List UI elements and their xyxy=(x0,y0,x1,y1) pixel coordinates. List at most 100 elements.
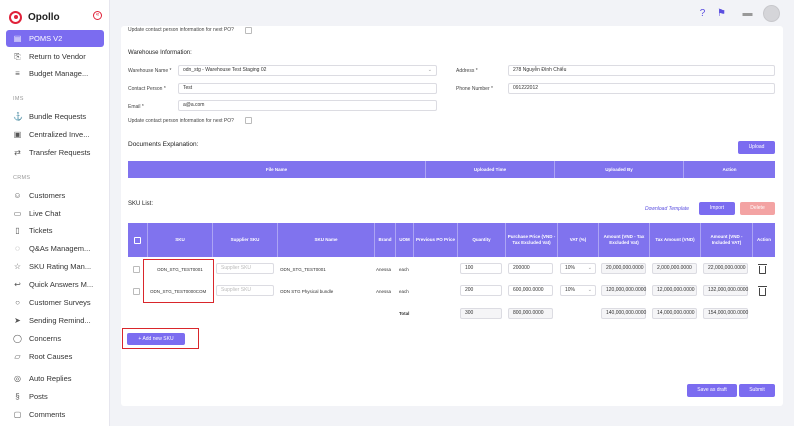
post-icon: § xyxy=(15,392,20,401)
help-icon[interactable]: ? xyxy=(697,8,708,19)
sku-name: ODN_STG_TEST0001 xyxy=(280,267,326,272)
download-template-link[interactable]: Download Template xyxy=(645,206,689,212)
sidebar-item-auto-replies[interactable]: ◎ Auto Replies xyxy=(6,370,104,387)
total-label: Total xyxy=(399,311,410,316)
sidebar-item-concerns[interactable]: ◯ Concerns xyxy=(6,330,104,347)
flag-icon[interactable]: ⚑ xyxy=(716,8,727,19)
language-icon[interactable]: ▬ xyxy=(742,8,753,19)
update-contact-label: Update contact person information for ne… xyxy=(128,27,234,33)
sidebar-item-bundle-requests[interactable]: ⚓ Bundle Requests xyxy=(6,108,104,125)
logo[interactable]: Opollo xyxy=(9,9,60,25)
documents-table-header: File Name Uploaded Time Uploaded By Acti… xyxy=(128,161,775,178)
list-icon: ≡ xyxy=(15,69,20,78)
select-all-checkbox[interactable] xyxy=(134,236,141,244)
sidebar-item-centralized-inventory[interactable]: ▣ Centralized Inve... xyxy=(6,126,104,143)
col-purchase-price: Purchase Price (VND - Tax Excluded Vat) xyxy=(506,223,558,257)
ticket-icon: ▯ xyxy=(15,226,20,235)
email-field[interactable]: a@a.com xyxy=(178,100,437,111)
sidebar-item-tickets[interactable]: ▯ Tickets xyxy=(6,222,104,239)
col-uom: UOM xyxy=(396,223,414,257)
purchase-price-input[interactable]: 200000 xyxy=(508,263,553,274)
vat-select[interactable]: 10% ⌄ xyxy=(560,285,596,296)
address-label: Address * xyxy=(456,68,478,74)
qa-icon: ◌ xyxy=(15,244,20,253)
col-amount-included: Amount (VND - Included VAT) xyxy=(701,223,753,257)
total-purchase-price: 800,000.0000 xyxy=(508,308,553,319)
address-field[interactable]: 278 Nguyễn Đình Chiểu xyxy=(508,65,775,76)
warehouse-name-label: Warehouse Name * xyxy=(128,68,172,74)
total-quantity: 300 xyxy=(460,308,502,319)
sidebar-item-budget[interactable]: ≡ Budget Manage... xyxy=(6,65,104,82)
trash-icon[interactable] xyxy=(758,286,767,296)
sidebar-item-root-causes[interactable]: ▱ Root Causes xyxy=(6,348,104,365)
sidebar-item-quick-answers[interactable]: ↩ Quick Answers M... xyxy=(6,276,104,293)
sidebar-item-return-to-vendor[interactable]: ⎘ Return to Vendor xyxy=(6,48,104,65)
contact-person-field[interactable]: Test xyxy=(178,83,437,94)
brand: Anessa xyxy=(376,289,392,294)
row-checkbox[interactable] xyxy=(133,266,140,273)
chevron-down-icon: ⌄ xyxy=(587,287,592,293)
amount-included-field: 22,000,000.0000 xyxy=(703,263,748,274)
star-icon: ☆ xyxy=(13,262,22,271)
phone-label: Phone Number * xyxy=(456,86,493,92)
sidebar-item-live-chat[interactable]: ▭ Live Chat xyxy=(6,205,104,222)
update-contact-checkbox-top[interactable] xyxy=(245,27,252,34)
email-label: Email * xyxy=(128,104,144,110)
logo-text: Opollo xyxy=(28,11,60,23)
contact-person-label: Contact Person * xyxy=(128,86,166,92)
supplier-sku-input[interactable]: Supplier SKU xyxy=(216,285,274,296)
anchor-icon: ⚓ xyxy=(13,112,23,121)
auto-reply-icon: ◎ xyxy=(14,374,21,383)
purchase-price-input[interactable]: 600,000.0000 xyxy=(508,285,553,296)
section-ims: IMS xyxy=(13,96,24,102)
col-sku-name: SKU Name xyxy=(278,223,375,257)
update-contact-checkbox[interactable] xyxy=(245,117,252,124)
sidebar-item-customers[interactable]: ☺ Customers xyxy=(6,187,104,204)
trash-icon[interactable] xyxy=(758,264,767,274)
opollo-logo-icon xyxy=(9,10,22,24)
quantity-input[interactable]: 200 xyxy=(460,285,502,296)
upload-button[interactable]: Upload xyxy=(738,141,775,154)
sidebar-item-sku-rating[interactable]: ☆ SKU Rating Man... xyxy=(6,258,104,275)
sidebar-item-posts[interactable]: § Posts xyxy=(6,388,104,405)
quantity-input[interactable]: 100 xyxy=(460,263,502,274)
chevron-down-icon: ⌄ xyxy=(587,265,592,271)
amount-field: 20,000,000.0000 xyxy=(601,263,646,274)
tax-amount-field: 2,000,000.0000 xyxy=(652,263,697,274)
send-icon: ➤ xyxy=(14,316,21,325)
sidebar-item-sending-reminders[interactable]: ➤ Sending Remind... xyxy=(6,312,104,329)
sku-name: ODN STG Physical bundle xyxy=(280,289,334,294)
phone-field[interactable]: 091222012 xyxy=(508,83,775,94)
sidebar-item-qa-management[interactable]: ◌ Q&As Managem... xyxy=(6,240,104,257)
warehouse-select[interactable]: odn_stg - Warehouse Test Staging 02 ⌄ xyxy=(178,65,437,76)
select-all-cell xyxy=(128,223,148,257)
sidebar: Opollo « ▤ POMS V2 ⎘ Return to Vendor ≡ Bud… xyxy=(0,0,110,426)
documents-title: Documents Explanation: xyxy=(128,141,199,148)
delete-button[interactable]: Delete xyxy=(740,202,775,215)
submit-button[interactable]: Submit xyxy=(739,384,775,397)
sidebar-item-comments[interactable]: ▢ Comments xyxy=(6,406,104,423)
sidebar-item-poms-v2[interactable]: ▤ POMS V2 xyxy=(6,30,104,47)
update-contact-label-bottom: Update contact person information for ne… xyxy=(128,118,234,124)
user-avatar[interactable] xyxy=(763,5,780,22)
sidebar-item-transfer-requests[interactable]: ⇄ Transfer Requests xyxy=(6,144,104,161)
supplier-sku-input[interactable]: Supplier SKU xyxy=(216,263,274,274)
inbox-icon: ▣ xyxy=(13,130,22,139)
col-vat: VAT (%) xyxy=(558,223,599,257)
collapse-sidebar-icon[interactable]: « xyxy=(93,11,102,20)
sidebar-item-customer-surveys[interactable]: ○ Customer Surveys xyxy=(6,294,104,311)
import-button[interactable]: Import xyxy=(699,202,735,215)
total-tax-amount: 14,000,000.0000 xyxy=(652,308,697,319)
reply-icon: ↩ xyxy=(14,280,21,289)
col-amount: Amount (VND - Tax Excluded Vat) xyxy=(599,223,650,257)
save-as-draft-button[interactable]: Save as draft xyxy=(687,384,737,397)
uom: each xyxy=(399,289,409,294)
vat-select[interactable]: 10% ⌄ xyxy=(560,263,596,274)
uom: each xyxy=(399,267,409,272)
comment-icon: ▢ xyxy=(13,410,22,419)
section-crms: CRMS xyxy=(13,175,31,181)
col-brand: Brand xyxy=(375,223,396,257)
col-action: Action xyxy=(722,166,737,172)
col-quantity: Quantity xyxy=(458,223,506,257)
row-checkbox[interactable] xyxy=(133,288,140,295)
